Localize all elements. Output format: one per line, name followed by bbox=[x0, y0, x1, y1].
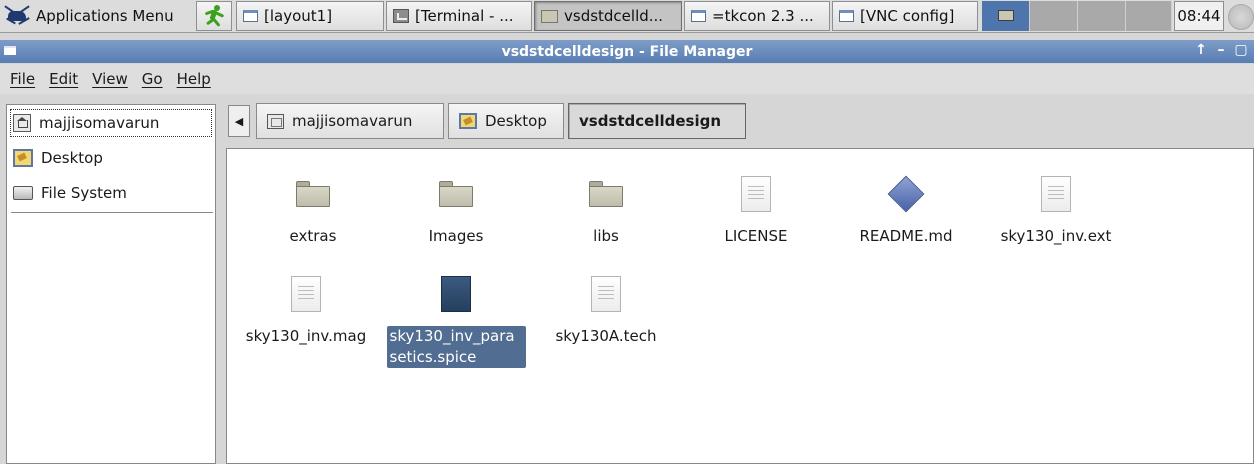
file-name-line-2: setics.spice bbox=[389, 348, 477, 366]
file-item[interactable]: Images bbox=[386, 170, 526, 247]
file-item[interactable]: extras bbox=[243, 170, 383, 247]
xfce-mouse-icon bbox=[4, 4, 32, 28]
run-program-launcher[interactable] bbox=[196, 1, 232, 31]
spice-file-icon bbox=[441, 276, 471, 312]
tray-icon[interactable] bbox=[1228, 4, 1254, 30]
workspace-4[interactable] bbox=[1126, 1, 1172, 31]
text-file-icon bbox=[741, 176, 771, 212]
file-icon-view[interactable]: extras Images libs LICENSE README.md sky… bbox=[226, 148, 1254, 464]
file-name-line-1: sky130_inv_para bbox=[389, 327, 515, 345]
task-vnc-config[interactable]: [VNC config] bbox=[832, 1, 978, 31]
task-label: [Terminal - ... bbox=[415, 7, 514, 25]
sidebar-item-home[interactable]: majjisomavarun bbox=[9, 108, 213, 138]
window-titlebar[interactable]: vsdstdcelldesign - File Manager ↑ – ▢ bbox=[0, 40, 1254, 63]
file-item[interactable]: LICENSE bbox=[686, 170, 826, 247]
breadcrumb-current[interactable]: vsdstdcelldesign bbox=[568, 103, 746, 139]
file-name: libs bbox=[593, 227, 619, 245]
text-file-icon bbox=[291, 276, 321, 312]
path-scroll-left-button[interactable]: ◀ bbox=[228, 105, 250, 137]
task-label: [layout1] bbox=[264, 7, 333, 25]
workspace-switcher bbox=[982, 1, 1172, 31]
clock[interactable]: 08:44 bbox=[1174, 1, 1224, 31]
text-file-icon bbox=[1041, 176, 1071, 212]
minimize-button[interactable]: – bbox=[1214, 42, 1228, 58]
window-icon bbox=[243, 10, 258, 22]
menu-view[interactable]: View bbox=[92, 70, 128, 88]
terminal-icon bbox=[393, 9, 409, 23]
markdown-file-icon bbox=[887, 175, 925, 213]
drive-icon bbox=[13, 186, 33, 200]
maximize-button[interactable]: ▢ bbox=[1234, 42, 1248, 58]
folder-icon bbox=[541, 9, 558, 23]
task-label: vsdstdcelld... bbox=[564, 7, 664, 25]
task-tkcon[interactable]: =tkcon 2.3 ... bbox=[684, 1, 830, 31]
file-name: sky130_inv.ext bbox=[1000, 227, 1112, 245]
menu-edit[interactable]: Edit bbox=[49, 70, 78, 88]
file-name: LICENSE bbox=[724, 227, 788, 245]
file-item[interactable]: sky130_inv.ext bbox=[986, 170, 1126, 247]
breadcrumb-label: Desktop bbox=[485, 112, 547, 130]
shade-button[interactable]: ↑ bbox=[1194, 42, 1208, 58]
window-icon bbox=[839, 10, 854, 22]
file-name: sky130_inv.mag bbox=[245, 327, 367, 345]
task-file-manager[interactable]: vsdstdcelld... bbox=[534, 1, 682, 31]
file-name: README.md bbox=[859, 227, 953, 245]
window-icon bbox=[691, 10, 706, 22]
sidebar-item-label: Desktop bbox=[41, 149, 103, 167]
task-layout1[interactable]: [layout1] bbox=[236, 1, 384, 31]
task-label: [VNC config] bbox=[860, 7, 955, 25]
home-folder-icon bbox=[13, 114, 31, 132]
sidebar-item-label: majjisomavarun bbox=[39, 114, 160, 132]
file-name: Images bbox=[428, 227, 484, 245]
file-item[interactable]: sky130_inv.mag bbox=[236, 270, 376, 347]
breadcrumb-label: vsdstdcelldesign bbox=[579, 112, 722, 130]
top-panel: Applications Menu [layout1] [Terminal - … bbox=[0, 0, 1254, 33]
folder-icon bbox=[296, 181, 330, 207]
folder-icon bbox=[439, 181, 473, 207]
file-item[interactable]: libs bbox=[536, 170, 676, 247]
triangle-left-icon: ◀ bbox=[234, 114, 244, 128]
menubar: File Edit View Go Help bbox=[0, 64, 1254, 94]
file-item-selected[interactable]: sky130_inv_para setics.spice bbox=[386, 270, 526, 368]
applications-menu-button[interactable]: Applications Menu bbox=[0, 1, 194, 31]
sidebar-divider bbox=[11, 212, 213, 213]
window-title: vsdstdcelldesign - File Manager bbox=[501, 43, 753, 60]
file-name: extras bbox=[289, 227, 337, 245]
running-man-icon bbox=[202, 4, 226, 28]
sidebar-item-desktop[interactable]: Desktop bbox=[9, 143, 213, 173]
mini-window-icon bbox=[998, 10, 1014, 21]
file-item[interactable]: sky130A.tech bbox=[536, 270, 676, 347]
file-name-selected: sky130_inv_para setics.spice bbox=[386, 326, 526, 368]
workspace-3[interactable] bbox=[1078, 1, 1126, 31]
menu-go[interactable]: Go bbox=[142, 70, 163, 88]
menu-help[interactable]: Help bbox=[177, 70, 211, 88]
menu-file[interactable]: File bbox=[10, 70, 35, 88]
window-menu-icon[interactable] bbox=[4, 46, 16, 55]
folder-icon bbox=[589, 181, 623, 207]
shortcuts-pane: majjisomavarun Desktop File System bbox=[6, 104, 216, 464]
desktop-icon bbox=[13, 149, 33, 167]
desktop-icon bbox=[459, 113, 477, 129]
task-terminal[interactable]: [Terminal - ... bbox=[386, 1, 532, 31]
sidebar-item-label: File System bbox=[41, 184, 127, 202]
text-file-icon bbox=[591, 276, 621, 312]
applications-menu-label: Applications Menu bbox=[36, 7, 174, 25]
task-label: =tkcon 2.3 ... bbox=[712, 7, 814, 25]
sidebar-item-file-system[interactable]: File System bbox=[9, 178, 213, 208]
window-controls: ↑ – ▢ bbox=[1194, 42, 1248, 58]
file-item[interactable]: README.md bbox=[836, 170, 976, 247]
file-name: sky130A.tech bbox=[555, 327, 657, 345]
breadcrumb-label: majjisomavarun bbox=[292, 112, 413, 130]
breadcrumb-home[interactable]: majjisomavarun bbox=[256, 103, 444, 139]
home-folder-icon bbox=[267, 113, 284, 129]
workspace-1[interactable] bbox=[982, 1, 1030, 31]
breadcrumb-desktop[interactable]: Desktop bbox=[448, 103, 564, 139]
workspace-2[interactable] bbox=[1030, 1, 1078, 31]
